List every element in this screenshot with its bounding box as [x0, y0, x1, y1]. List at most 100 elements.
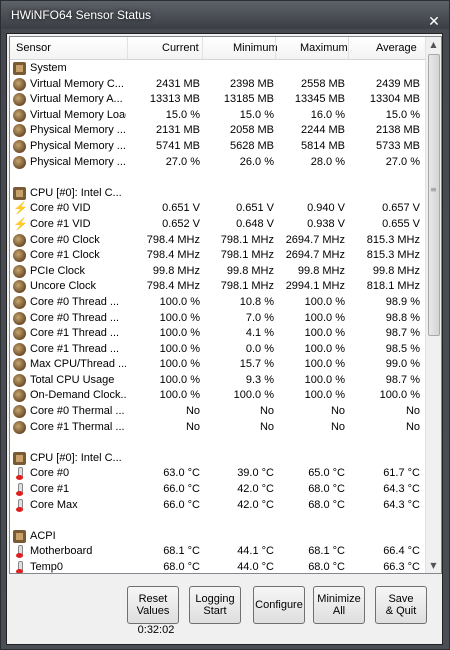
column-current[interactable]: Current — [162, 42, 199, 54]
sensor-name: Core #1 Thread ... — [30, 342, 120, 355]
scroll-up-button[interactable]: ▲ — [426, 37, 441, 52]
sensor-name: CPU [#0]: Intel C... — [30, 451, 122, 464]
sensor-row[interactable]: Core #1 66.0 °C 42.0 °C 68.0 °C 64.3 °C — [10, 482, 425, 498]
sensor-name: Total CPU Usage — [30, 373, 115, 386]
sensor-name: Core #0 — [30, 467, 70, 480]
close-button[interactable]: ✕ — [425, 13, 443, 31]
minimize-label-1: Minimize — [317, 593, 361, 605]
sensor-row[interactable]: Core #1 Thread ... 100.0 % 0.0 % 100.0 % 98.… — [10, 342, 425, 358]
logging-start-button[interactable]: Logging Start — [189, 586, 241, 624]
value-minimum: 4.1 % — [245, 327, 274, 340]
sensor-icon — [13, 124, 26, 138]
scroll-thumb[interactable]: ≡ — [428, 54, 440, 336]
value-minimum: 26.0 % — [239, 155, 274, 168]
column-average[interactable]: Average — [376, 42, 417, 54]
value-current: 13313 MB — [149, 93, 200, 106]
value-average: 0.655 V — [382, 217, 420, 230]
sensor-row[interactable]: Virtual Memory A... 13313 MB 13185 MB 13345… — [10, 92, 425, 108]
value-minimum: 2398 MB — [229, 77, 274, 90]
sensor-row[interactable]: Physical Memory ... 5741 MB 5628 MB 5814 MB… — [10, 139, 425, 155]
column-sensor[interactable]: Sensor — [16, 42, 51, 54]
column-divider[interactable] — [275, 37, 276, 59]
sensor-row[interactable]: Core #0 Thread ... 100.0 % 10.8 % 100.0 % 98… — [10, 295, 425, 311]
value-minimum: 10.8 % — [239, 295, 274, 308]
sensor-icon — [13, 373, 26, 387]
scroll-down-button[interactable]: ▼ — [426, 558, 441, 573]
column-minimum[interactable]: Minimum — [233, 42, 278, 54]
value-minimum: 13185 MB — [223, 93, 274, 106]
sensor-group-row[interactable]: ACPI — [10, 529, 425, 545]
save-quit-button[interactable]: Save & Quit — [375, 586, 427, 624]
spacer-row — [10, 513, 425, 529]
sensor-row[interactable]: Virtual Memory Load 15.0 % 15.0 % 16.0 % 15.… — [10, 108, 425, 124]
value-minimum: 100.0 % — [233, 389, 274, 402]
value-minimum: 0.648 V — [236, 217, 274, 230]
value-maximum: 0.940 V — [307, 202, 345, 215]
elapsed-timer: 0:32:02 — [137, 624, 175, 636]
sensor-name: CPU [#0]: Intel C... — [30, 186, 122, 199]
sensor-row[interactable]: Core #0 Clock 798.4 MHz 798.1 MHz 2694.7 MH… — [10, 233, 425, 249]
sensor-row[interactable]: On-Demand Clock... 100.0 % 100.0 % 100.0 % 1… — [10, 388, 425, 404]
column-maximum[interactable]: Maximum — [300, 42, 348, 54]
value-current: 798.4 MHz — [146, 233, 200, 246]
value-maximum: 2558 MB — [300, 77, 345, 90]
sensor-row[interactable]: Core #0 63.0 °C 39.0 °C 65.0 °C 61.7 °C — [10, 466, 425, 482]
sensor-row[interactable]: Core #0 Thread ... 100.0 % 7.0 % 100.0 % 98.… — [10, 311, 425, 327]
value-current: 100.0 % — [159, 373, 200, 386]
value-average: 98.7 % — [385, 327, 420, 340]
sensor-row[interactable]: Motherboard 68.1 °C 44.1 °C 68.1 °C 66.4 °C — [10, 544, 425, 560]
sensor-icon — [13, 264, 26, 278]
sensor-list[interactable]: Sensor Current Minimum Maximum Average S… — [9, 36, 442, 574]
sensor-icon — [13, 108, 26, 122]
sensor-row[interactable]: Total CPU Usage 100.0 % 9.3 % 100.0 % 98.7 % — [10, 373, 425, 389]
sensor-group-row[interactable]: CPU [#0]: Intel C... — [10, 186, 425, 202]
column-divider[interactable] — [348, 37, 349, 59]
sensor-row[interactable]: Core #0 Thermal ... No No No No — [10, 404, 425, 420]
minimize-all-button[interactable]: Minimize All — [313, 586, 365, 624]
sensor-row[interactable]: Virtual Memory C... 2431 MB 2398 MB 2558 MB… — [10, 77, 425, 93]
thermometer-icon — [13, 467, 26, 481]
sensor-row[interactable]: PCIe Clock 99.8 MHz 99.8 MHz 99.8 MHz 99.8 M… — [10, 264, 425, 280]
sensor-row[interactable]: Temp0 68.0 °C 44.0 °C 68.0 °C 66.3 °C — [10, 560, 425, 573]
value-current: 2131 MB — [155, 124, 200, 137]
sensor-icon — [13, 405, 26, 419]
value-current: 100.0 % — [159, 342, 200, 355]
sensor-group-row[interactable]: System — [10, 61, 425, 77]
sensor-icon — [13, 93, 26, 107]
value-maximum: 99.8 MHz — [297, 264, 345, 277]
voltage-icon: ⚡ — [13, 216, 28, 231]
sensor-row[interactable]: Core #1 Clock 798.4 MHz 798.1 MHz 2694.7 MH… — [10, 248, 425, 264]
value-average: 64.3 °C — [383, 483, 420, 496]
client-area: Sensor Current Minimum Maximum Average S… — [6, 33, 443, 645]
vertical-scrollbar[interactable]: ▲ ≡ ▼ — [425, 37, 441, 573]
reset-values-button[interactable]: Reset Values — [127, 586, 179, 624]
sensor-name: On-Demand Clock... — [30, 389, 126, 402]
sensor-row[interactable]: ⚡ Core #1 VID 0.652 V 0.648 V 0.938 V 0.655 V — [10, 217, 425, 233]
sensor-name: Temp0 — [30, 561, 64, 573]
sensor-row[interactable]: Physical Memory ... 27.0 % 26.0 % 28.0 % 27.… — [10, 155, 425, 171]
value-maximum: 68.0 °C — [308, 483, 345, 496]
column-divider[interactable] — [202, 37, 203, 59]
sensor-name: Max CPU/Thread ... — [30, 358, 126, 371]
column-divider[interactable] — [127, 37, 128, 59]
sensor-row[interactable]: Core #1 Thermal ... No No No No — [10, 420, 425, 436]
sensor-row[interactable]: Core #1 Thread ... 100.0 % 4.1 % 100.0 % 98.… — [10, 326, 425, 342]
sensor-row[interactable]: ⚡ Core #0 VID 0.651 V 0.651 V 0.940 V 0.657 V — [10, 201, 425, 217]
configure-button[interactable]: Configure — [253, 586, 305, 624]
value-average: 61.7 °C — [383, 467, 420, 480]
sensor-row[interactable]: Max CPU/Thread ... 100.0 % 15.7 % 100.0 % 99… — [10, 357, 425, 373]
sensor-row[interactable]: Uncore Clock 798.4 MHz 798.1 MHz 2994.1 MHz… — [10, 279, 425, 295]
value-average: 100.0 % — [379, 389, 420, 402]
sensor-icon — [13, 295, 26, 309]
value-current: 68.1 °C — [163, 545, 200, 558]
value-maximum: 2694.7 MHz — [285, 249, 345, 262]
value-maximum: 100.0 % — [304, 295, 345, 308]
sensor-row[interactable]: Physical Memory ... 2131 MB 2058 MB 2244 MB… — [10, 123, 425, 139]
value-minimum: 798.1 MHz — [220, 249, 274, 262]
value-maximum: 13345 MB — [294, 93, 345, 106]
sensor-name: Core #1 Thread ... — [30, 327, 120, 340]
sensor-group-row[interactable]: CPU [#0]: Intel C... — [10, 451, 425, 467]
sensor-row[interactable]: Core Max 66.0 °C 42.0 °C 68.0 °C 64.3 °C — [10, 498, 425, 514]
value-current: 0.651 V — [162, 202, 200, 215]
title-bar[interactable]: HWiNFO64 Sensor Status ✕ — [1, 1, 449, 33]
